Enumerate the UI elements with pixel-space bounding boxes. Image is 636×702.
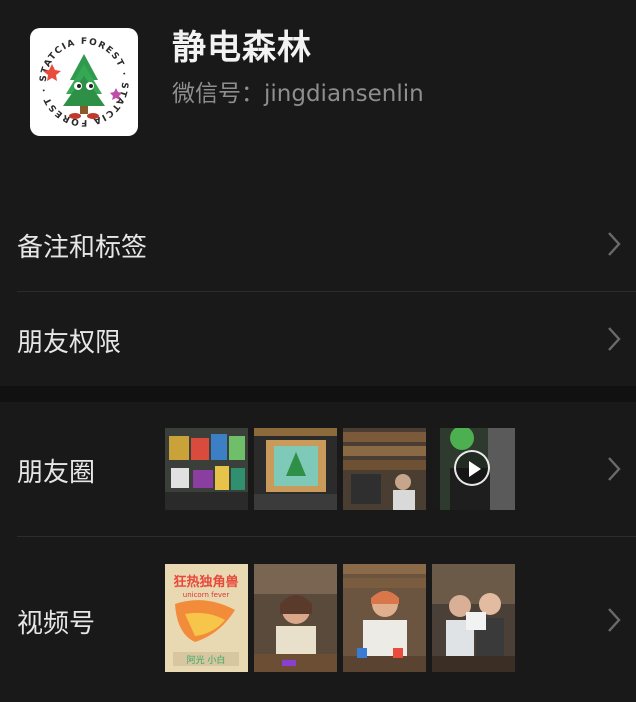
contact-profile-page: STATCIA FOREST · STATCIA FOREST · 静电森林 微… [0,0,636,702]
moments-photo-thumb[interactable] [165,428,248,510]
section-separator [0,386,636,402]
play-icon [454,450,490,486]
moments-photo-thumb[interactable] [254,428,337,510]
channels-video-thumb[interactable] [432,564,515,672]
remarks-tags-row[interactable]: 备注和标签 [0,197,636,291]
channels-video-thumb[interactable] [343,564,426,672]
statcia-forest-logo: STATCIA FOREST · STATCIA FOREST · [39,37,128,127]
contact-name: 静电森林 [172,28,312,68]
moments-video-thumb[interactable] [432,428,515,510]
moments-thumbnails [165,428,515,510]
chevron-right-icon [608,457,621,481]
channels-video-thumb[interactable]: 狂热独角兽 unicorn fever 阿光 小白 [165,564,248,672]
remarks-tags-label: 备注和标签 [17,233,148,263]
friend-permissions-label: 朋友权限 [17,328,122,358]
chevron-right-icon [608,327,621,351]
channels-thumb-title: 狂热独角兽 [173,574,238,590]
avatar[interactable]: STATCIA FOREST · STATCIA FOREST · [30,28,138,136]
channels-thumb-names: 阿光 小白 [187,654,226,666]
moments-row[interactable]: 朋友圈 [0,402,636,536]
channels-label: 视频号 [17,609,96,639]
chevron-right-icon [608,608,621,632]
wechat-id[interactable]: 微信号：jingdiansenlin [172,74,424,108]
profile-header: STATCIA FOREST · STATCIA FOREST · 静电森林 微… [0,0,636,196]
channels-thumbnails: 狂热独角兽 unicorn fever 阿光 小白 [165,564,515,672]
moments-label: 朋友圈 [17,458,96,488]
friend-permissions-row[interactable]: 朋友权限 [0,292,636,386]
chevron-right-icon [608,232,621,256]
channels-row[interactable]: 视频号 狂热独角兽 unicorn fever 阿光 小白 [0,537,636,702]
channels-thumb-subtitle: unicorn fever [183,591,230,599]
channels-video-thumb[interactable] [254,564,337,672]
moments-photo-thumb[interactable] [343,428,426,510]
